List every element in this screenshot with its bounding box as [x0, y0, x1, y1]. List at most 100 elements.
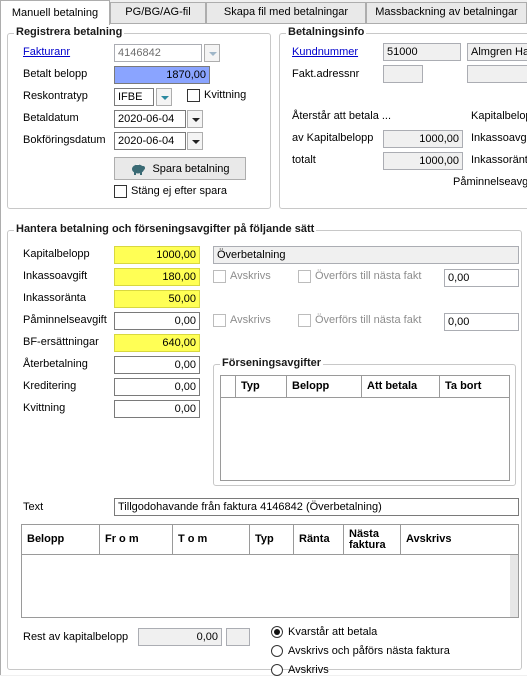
reskontratyp-select[interactable]: IFBE — [114, 88, 154, 106]
tab-skapa-fil[interactable]: Skapa fil med betalningar — [206, 2, 366, 23]
overfors-label-2: Överförs till nästa fakt — [315, 314, 422, 326]
avskrivs-checkbox-2[interactable] — [213, 314, 226, 327]
overfors-checkbox-2[interactable] — [298, 314, 311, 327]
betalningar-grid[interactable]: Belopp Fr o m T o m Typ Ränta Nästa fakt… — [21, 524, 519, 618]
fakt-adress-extra-input — [467, 65, 527, 83]
forseningsavgifter-group: Förseningsavgifter Typ Belopp Att betala… — [213, 357, 516, 486]
kreditering-input[interactable]: 0,00 — [114, 378, 200, 396]
forseningsavgifter-title: Förseningsavgifter — [220, 357, 324, 369]
avskrivs-checkbox-1[interactable] — [213, 270, 226, 283]
kundnummer-link[interactable]: Kundnummer — [292, 46, 358, 58]
forseningsavgifter-header: Typ Belopp Att betala Ta bort — [221, 376, 509, 398]
piggy-bank-icon — [132, 164, 146, 175]
spara-betalning-label: Spara betalning — [152, 162, 230, 175]
totalt-value: 1000,00 — [383, 152, 463, 170]
col-typ[interactable]: Typ — [236, 376, 287, 397]
right-label-paminnelseavgift: Påminnelseavgi — [453, 176, 527, 188]
overfors-value-1[interactable]: 0,00 — [444, 269, 519, 287]
tab-strip: Manuell betalning PG/BG/AG-fil Skapa fil… — [0, 0, 527, 25]
fakturanr-link[interactable]: Fakturanr — [23, 46, 70, 58]
bf-ersattningar-label: BF-ersättningar — [23, 336, 99, 348]
col-ranta[interactable]: Ränta — [294, 525, 344, 554]
kvittning-input[interactable]: 0,00 — [114, 400, 200, 418]
col-typ-main[interactable]: Typ — [250, 525, 294, 554]
kreditering-label: Kreditering — [23, 380, 77, 392]
col-belopp-main[interactable]: Belopp — [22, 525, 100, 554]
avskrivs-label-1: Avskrivs — [230, 270, 271, 282]
bokforingsdatum-calendar-icon[interactable] — [187, 132, 203, 150]
right-label-inkassoavgift: Inkassoavgi — [471, 132, 527, 144]
tab-manuell-betalning[interactable]: Manuell betalning — [0, 0, 110, 25]
avskrivs-label-2: Avskrivs — [230, 314, 271, 326]
overfors-value-2[interactable]: 0,00 — [444, 313, 519, 331]
inkassoavgift-label: Inkassoavgift — [23, 270, 88, 282]
rest-kapitalbelopp-extra — [226, 628, 250, 646]
hantera-betalning-title: Hantera betalning och förseningsavgifter… — [14, 223, 317, 235]
row-selector-header — [221, 376, 236, 397]
fakt-adressnr-input — [383, 65, 423, 83]
paminnelseavgift-input[interactable]: 0,00 — [114, 312, 200, 330]
betalningsinfo-title: Betalningsinfo — [286, 26, 367, 38]
stang-ej-checkbox[interactable] — [114, 185, 127, 198]
fakturanr-input[interactable]: 4146842 — [114, 44, 202, 62]
radio-avskrivs-pafors[interactable] — [271, 645, 283, 657]
col-avskrivs[interactable]: Avskrivs — [401, 525, 518, 554]
col-t-o-m[interactable]: T o m — [173, 525, 250, 554]
overfors-label-1: Överförs till nästa fakt — [315, 270, 422, 282]
kapitalbelopp-label: Kapitalbelopp — [23, 248, 90, 260]
radio-kvarstar[interactable] — [271, 626, 283, 638]
betalt-belopp-input[interactable]: 1870,00 — [114, 66, 210, 84]
tab-massbackning[interactable]: Massbackning av betalningar — [366, 2, 527, 23]
col-fr-o-m[interactable]: Fr o m — [100, 525, 173, 554]
col-att-betala[interactable]: Att betala — [362, 376, 440, 397]
totalt-label: totalt — [292, 154, 316, 166]
betalningar-scrollbar[interactable] — [510, 555, 518, 617]
fakturanr-dropdown-icon[interactable] — [204, 44, 220, 62]
rest-kapitalbelopp-value: 0,00 — [138, 628, 222, 646]
betaldatum-label: Betaldatum — [23, 112, 79, 124]
spara-betalning-button[interactable]: Spara betalning — [114, 157, 246, 180]
col-ta-bort[interactable]: Ta bort — [440, 376, 509, 397]
bokforingsdatum-label: Bokföringsdatum — [23, 134, 106, 146]
aterbetalning-label: Återbetalning — [23, 358, 88, 370]
aterbetalning-input[interactable]: 0,00 — [114, 356, 200, 374]
status-field: Överbetalning — [213, 246, 519, 264]
text-input[interactable]: Tillgodohavande från faktura 4146842 (Öv… — [114, 498, 519, 516]
kvittning-label: Kvittning — [23, 402, 66, 414]
radio-kvarstar-label: Kvarstår att betala — [288, 626, 378, 638]
tab-content: Registrera betalning Fakturanr 4146842 B… — [0, 24, 527, 676]
av-kapitalbelopp-value: 1000,00 — [383, 130, 463, 148]
kvittning-checkbox[interactable] — [187, 89, 200, 102]
betaldatum-input[interactable]: 2020-06-04 — [114, 110, 186, 128]
inkassoranta-label: Inkassoränta — [23, 292, 86, 304]
kundnummer-input: 51000 — [383, 43, 461, 61]
stang-ej-label: Stäng ej efter spara — [131, 185, 228, 197]
radio-avskrivs-label: Avskrivs — [288, 664, 329, 676]
tab-pg-bg-ag-fil[interactable]: PG/BG/AG-fil — [110, 2, 206, 23]
fakt-adressnr-label: Fakt.adressnr — [292, 68, 360, 80]
radio-avskrivs-pafors-label: Avskrivs och påförs nästa faktura — [288, 645, 450, 657]
radio-avskrivs[interactable] — [271, 664, 283, 676]
register-payment-title: Registrera betalning — [14, 26, 125, 38]
kapitalbelopp-input[interactable]: 1000,00 — [114, 246, 200, 264]
right-label-inkassoranta: Inkassoränt — [471, 154, 527, 166]
inkassoavgift-input[interactable]: 180,00 — [114, 268, 200, 286]
col-belopp[interactable]: Belopp — [287, 376, 362, 397]
rest-kapitalbelopp-label: Rest av kapitalbelopp — [23, 631, 129, 643]
inkassoranta-input[interactable]: 50,00 — [114, 290, 200, 308]
forseningsavgifter-grid[interactable]: Typ Belopp Att betala Ta bort — [220, 375, 510, 481]
bokforingsdatum-input[interactable]: 2020-06-04 — [114, 132, 186, 150]
bf-ersattningar-input[interactable]: 640,00 — [114, 334, 200, 352]
kvittning-checkbox-label: Kvittning — [204, 89, 247, 101]
register-payment-group: Registrera betalning Fakturanr 4146842 B… — [7, 26, 271, 209]
betalningsinfo-group: Betalningsinfo Kundnummer 51000 Almgren … — [279, 26, 527, 209]
hantera-betalning-group: Hantera betalning och förseningsavgifter… — [7, 223, 522, 676]
col-nasta-faktura[interactable]: Nästa faktura — [344, 525, 401, 554]
betaldatum-calendar-icon[interactable] — [187, 110, 203, 128]
kundnamn-input: Almgren Han — [467, 43, 527, 61]
overfors-checkbox-1[interactable] — [298, 270, 311, 283]
right-label-kapitalbelopp: Kapitalbelop — [471, 110, 527, 122]
betalningar-header: Belopp Fr o m T o m Typ Ränta Nästa fakt… — [22, 525, 518, 555]
text-label: Text — [23, 501, 44, 513]
reskontratyp-dropdown-icon[interactable] — [156, 88, 172, 106]
